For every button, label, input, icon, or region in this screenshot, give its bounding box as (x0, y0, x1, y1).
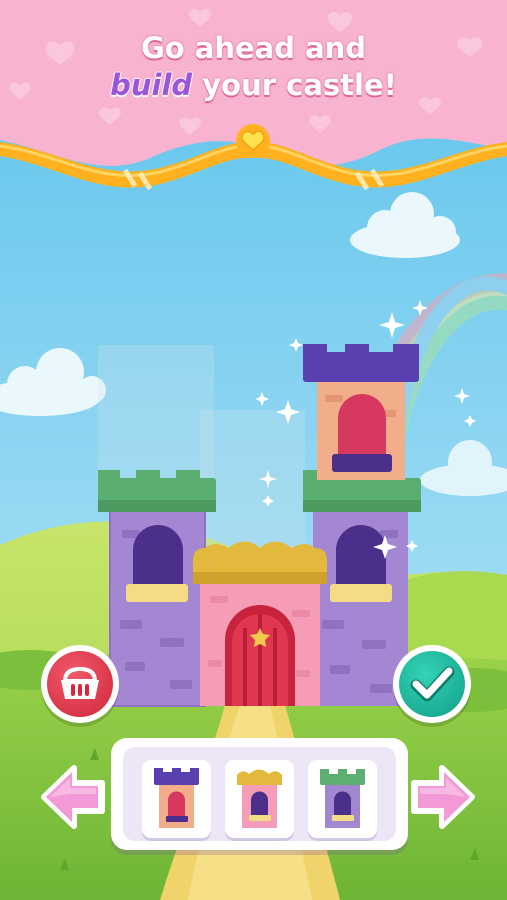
arrow-right-icon (411, 765, 475, 829)
ghost-tower-left (98, 345, 214, 480)
basket-icon (61, 666, 99, 699)
headline-line-1: Go ahead and (140, 31, 367, 65)
heart-charm-icon (236, 124, 270, 158)
headline-highlight: build (110, 68, 193, 102)
piece-slot-purple-roof[interactable] (142, 760, 211, 838)
confirm-button[interactable] (393, 645, 471, 723)
checkmark-icon (410, 666, 455, 702)
arrow-left-icon (41, 765, 105, 829)
piece-slot-green-roof[interactable] (308, 760, 377, 838)
purple-roof-tower-icon (154, 768, 199, 828)
headline-rest: your castle! (192, 68, 397, 102)
green-roof-tower-icon (320, 769, 365, 828)
piece-slot-gold-roof[interactable] (225, 760, 294, 838)
headline-line-2: build your castle! (0, 67, 507, 104)
pieces-tray (111, 738, 408, 850)
center-gate (193, 541, 327, 706)
pieces-tray-inner (123, 747, 396, 841)
game-screen: Go ahead and build your castle! (0, 0, 507, 900)
headline: Go ahead and build your castle! (0, 30, 507, 104)
right-tower-top (303, 344, 419, 480)
gold-roof-tower-icon (237, 769, 282, 828)
previous-pieces-button[interactable] (40, 762, 106, 832)
delete-piece-button[interactable] (41, 645, 119, 723)
next-pieces-button[interactable] (410, 762, 476, 832)
